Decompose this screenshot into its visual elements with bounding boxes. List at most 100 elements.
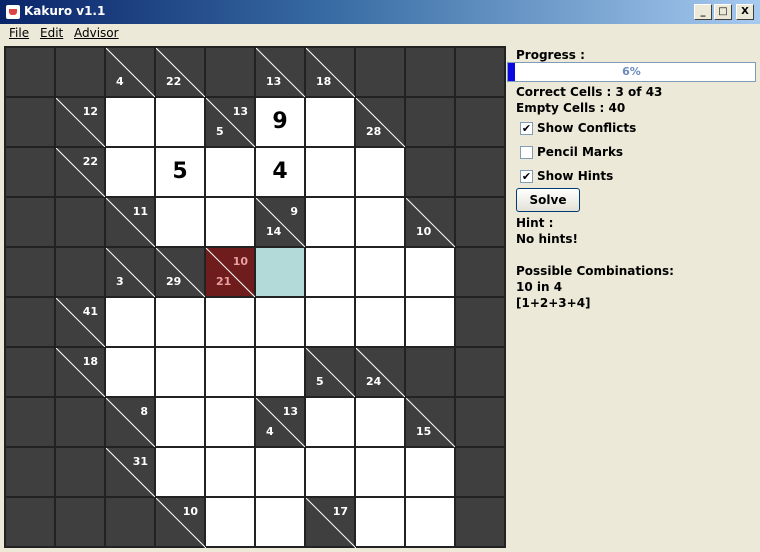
down-clue: 28 [366, 125, 382, 138]
clue-cell: 29 [155, 247, 206, 298]
input-cell[interactable]: 5 [155, 147, 205, 197]
input-cell[interactable] [355, 147, 405, 197]
input-cell[interactable] [305, 97, 355, 147]
diagonal-divider [106, 248, 156, 298]
blank-cell [5, 247, 55, 297]
input-cell[interactable] [105, 147, 155, 197]
input-cell[interactable] [355, 197, 405, 247]
hint-text: No hints! [516, 232, 579, 246]
blank-cell [405, 47, 455, 97]
input-cell[interactable] [255, 447, 305, 497]
input-cell[interactable] [405, 247, 455, 297]
menu-file[interactable]: File [9, 26, 29, 40]
maximize-button[interactable]: □ [714, 4, 732, 20]
input-cell[interactable] [405, 447, 455, 497]
input-cell[interactable] [155, 97, 205, 147]
diagonal-divider [156, 248, 206, 298]
close-button[interactable]: X [736, 4, 754, 20]
input-cell[interactable] [155, 297, 205, 347]
down-clue: 21 [216, 275, 232, 288]
input-cell[interactable] [355, 397, 405, 447]
show-conflicts-checkbox[interactable]: ✔ Show Conflicts [520, 121, 636, 135]
input-cell[interactable] [355, 447, 405, 497]
input-cell[interactable] [305, 147, 355, 197]
checkbox-icon[interactable]: ✔ [520, 121, 533, 135]
diagonal-divider [206, 98, 256, 148]
across-clue: 17 [332, 505, 348, 518]
pencil-marks-checkbox[interactable]: Pencil Marks [520, 145, 623, 159]
minimize-button[interactable]: _ [694, 4, 712, 20]
input-cell[interactable] [305, 447, 355, 497]
diagonal-divider [56, 98, 106, 148]
diagonal-divider [206, 248, 256, 298]
input-cell[interactable] [255, 247, 305, 297]
input-cell[interactable] [305, 197, 355, 247]
input-cell[interactable] [205, 397, 255, 447]
input-cell[interactable] [155, 447, 205, 497]
hint-label: Hint : [516, 216, 554, 230]
menu-edit-label: Edit [40, 26, 64, 40]
checkbox-icon[interactable]: ✔ [520, 169, 533, 183]
menu-advisor-label: Advisor [74, 26, 119, 40]
input-cell[interactable] [105, 97, 155, 147]
input-cell[interactable] [155, 397, 205, 447]
input-cell[interactable] [255, 297, 305, 347]
solve-button[interactable]: Solve [516, 188, 580, 212]
across-clue: 13 [232, 105, 248, 118]
blank-cell [455, 347, 505, 397]
menu-edit[interactable]: Edit [40, 26, 63, 40]
title-bar: Kakuro v1.1 _ □ X [0, 0, 760, 24]
input-cell[interactable] [205, 447, 255, 497]
show-hints-checkbox[interactable]: ✔ Show Hints [520, 169, 613, 183]
input-cell[interactable] [105, 347, 155, 397]
input-cell[interactable] [205, 347, 255, 397]
blank-cell [5, 47, 55, 97]
down-clue: 4 [116, 75, 124, 88]
diagonal-divider [256, 398, 306, 448]
input-cell[interactable] [355, 297, 405, 347]
across-clue: 10 [182, 505, 198, 518]
input-cell[interactable] [355, 497, 405, 547]
input-cell[interactable] [205, 297, 255, 347]
blank-cell [5, 347, 55, 397]
checkbox-icon[interactable] [520, 145, 533, 159]
menu-bar: File Edit Advisor [0, 24, 760, 44]
across-clue: 22 [82, 155, 98, 168]
diagonal-divider [106, 48, 156, 98]
blank-cell [455, 497, 505, 547]
input-cell[interactable] [205, 497, 255, 547]
clue-cell: 13 [255, 47, 306, 98]
input-cell[interactable]: 9 [255, 97, 305, 147]
blank-cell [5, 447, 55, 497]
blank-cell [5, 197, 55, 247]
blank-cell [455, 47, 505, 97]
input-cell[interactable] [305, 397, 355, 447]
input-cell[interactable] [355, 247, 405, 297]
input-cell[interactable] [305, 297, 355, 347]
input-cell[interactable] [205, 147, 255, 197]
clue-cell: 10 [155, 497, 206, 548]
input-cell[interactable] [255, 497, 305, 547]
blank-cell [455, 397, 505, 447]
blank-cell [5, 297, 55, 347]
diagonal-divider [356, 348, 406, 398]
clue-cell: 12 [55, 97, 106, 148]
diagonal-divider [306, 48, 356, 98]
menu-file-label: File [9, 26, 30, 40]
input-cell[interactable] [205, 197, 255, 247]
blank-cell [205, 47, 255, 97]
blank-cell [405, 97, 455, 147]
input-cell[interactable]: 4 [255, 147, 305, 197]
down-clue: 29 [166, 275, 182, 288]
input-cell[interactable] [155, 347, 205, 397]
input-cell[interactable] [405, 297, 455, 347]
menu-advisor[interactable]: Advisor [74, 26, 119, 40]
input-cell[interactable] [305, 247, 355, 297]
input-cell[interactable] [155, 197, 205, 247]
diagonal-divider [306, 348, 356, 398]
clue-cell: 17 [305, 497, 356, 548]
input-cell[interactable] [255, 347, 305, 397]
blank-cell [5, 97, 55, 147]
input-cell[interactable] [405, 497, 455, 547]
input-cell[interactable] [105, 297, 155, 347]
